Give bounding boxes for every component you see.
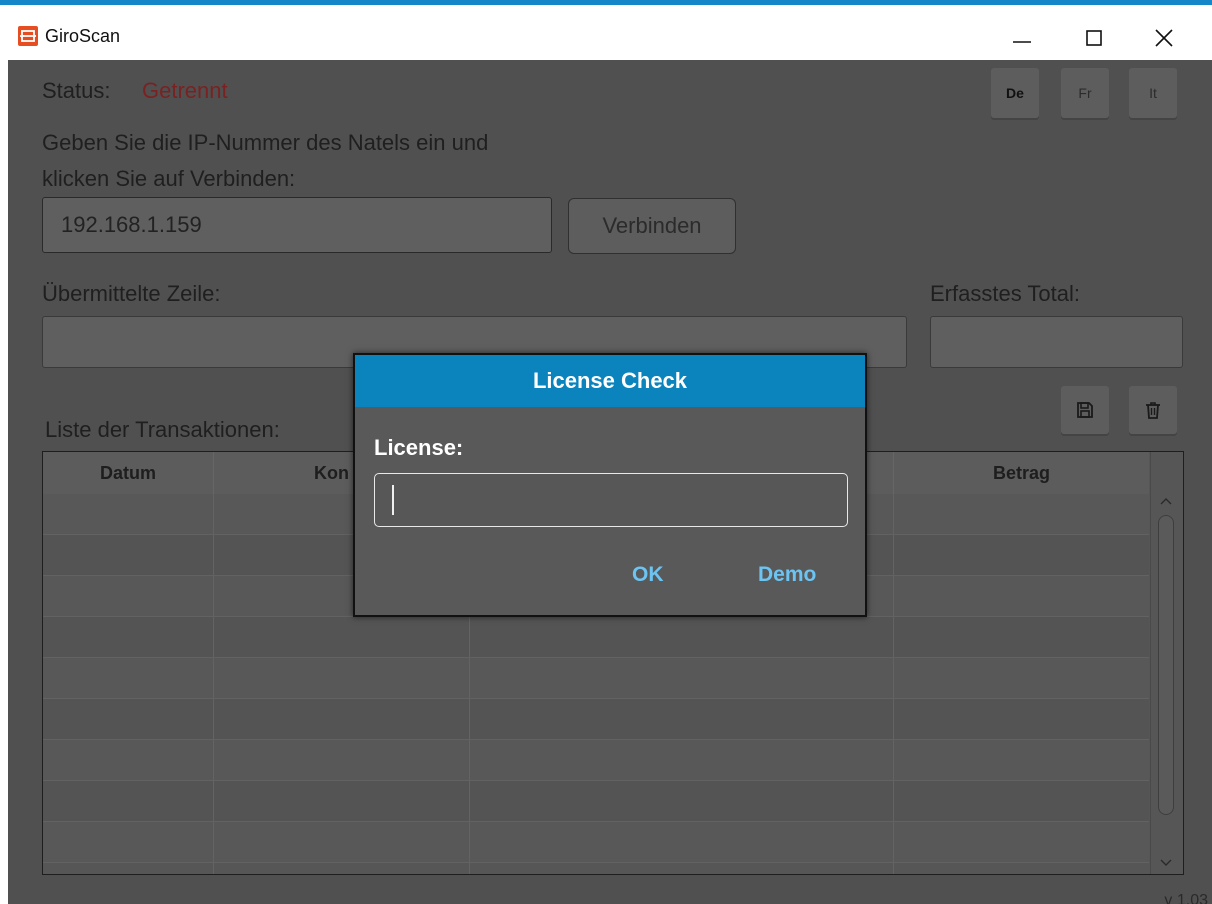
lang-fr-button[interactable]: Fr (1061, 68, 1109, 118)
ok-button[interactable]: OK (632, 563, 664, 587)
license-label: License: (374, 435, 464, 460)
lang-de-button[interactable]: De (991, 68, 1039, 118)
app-icon (18, 26, 38, 46)
maximize-icon (1086, 30, 1102, 46)
table-row[interactable] (43, 617, 1149, 658)
trash-icon (1146, 402, 1160, 419)
table-row[interactable] (43, 699, 1149, 740)
table-row[interactable] (43, 740, 1149, 781)
instruction-line-2: klicken Sie auf Verbinden: (42, 166, 296, 191)
minimize-button[interactable] (992, 10, 1052, 65)
app-window: GiroScan Status: Getrennt De Fr It Geben… (0, 0, 1212, 904)
delete-button[interactable] (1129, 386, 1177, 434)
maximize-button[interactable] (1064, 10, 1124, 65)
status-value: Getrennt (142, 78, 228, 103)
connect-button[interactable]: Verbinden (568, 198, 736, 254)
minimize-icon (1013, 41, 1031, 43)
total-label: Erfasstes Total: (930, 281, 1080, 306)
table-row[interactable] (43, 822, 1149, 863)
column-divider (213, 494, 214, 874)
column-header-betrag[interactable]: Betrag (894, 452, 1149, 494)
table-row[interactable] (43, 658, 1149, 699)
chevron-down-icon[interactable] (1159, 858, 1173, 868)
status-label: Status: (42, 78, 111, 103)
license-dialog: License Check License: OK Demo (353, 353, 867, 617)
demo-button[interactable]: Demo (758, 563, 816, 587)
table-row[interactable] (43, 781, 1149, 822)
license-input[interactable] (374, 473, 848, 527)
version-label: v 1.03 (1164, 892, 1208, 904)
total-field (930, 316, 1183, 368)
close-icon (1155, 29, 1173, 47)
line-label: Übermittelte Zeile: (42, 281, 221, 306)
dialog-title: License Check (355, 355, 865, 407)
ip-input[interactable]: 192.168.1.159 (42, 197, 552, 253)
title-bar[interactable]: GiroScan (0, 5, 1212, 60)
scrollbar-thumb[interactable] (1158, 515, 1174, 815)
lang-it-button[interactable]: It (1129, 68, 1177, 118)
transactions-title: Liste der Transaktionen: (45, 417, 280, 442)
window-title: GiroScan (45, 26, 121, 46)
save-icon (1077, 402, 1093, 418)
ip-input-value: 192.168.1.159 (61, 212, 202, 237)
column-divider (893, 494, 894, 874)
close-button[interactable] (1134, 10, 1194, 65)
chevron-up-icon[interactable] (1159, 496, 1173, 506)
vertical-scrollbar[interactable] (1150, 452, 1183, 874)
instruction-line-1: Geben Sie die IP-Nummer des Natels ein u… (42, 130, 489, 155)
text-caret (392, 485, 394, 515)
column-header-datum[interactable]: Datum (43, 452, 214, 494)
save-button[interactable] (1061, 386, 1109, 434)
